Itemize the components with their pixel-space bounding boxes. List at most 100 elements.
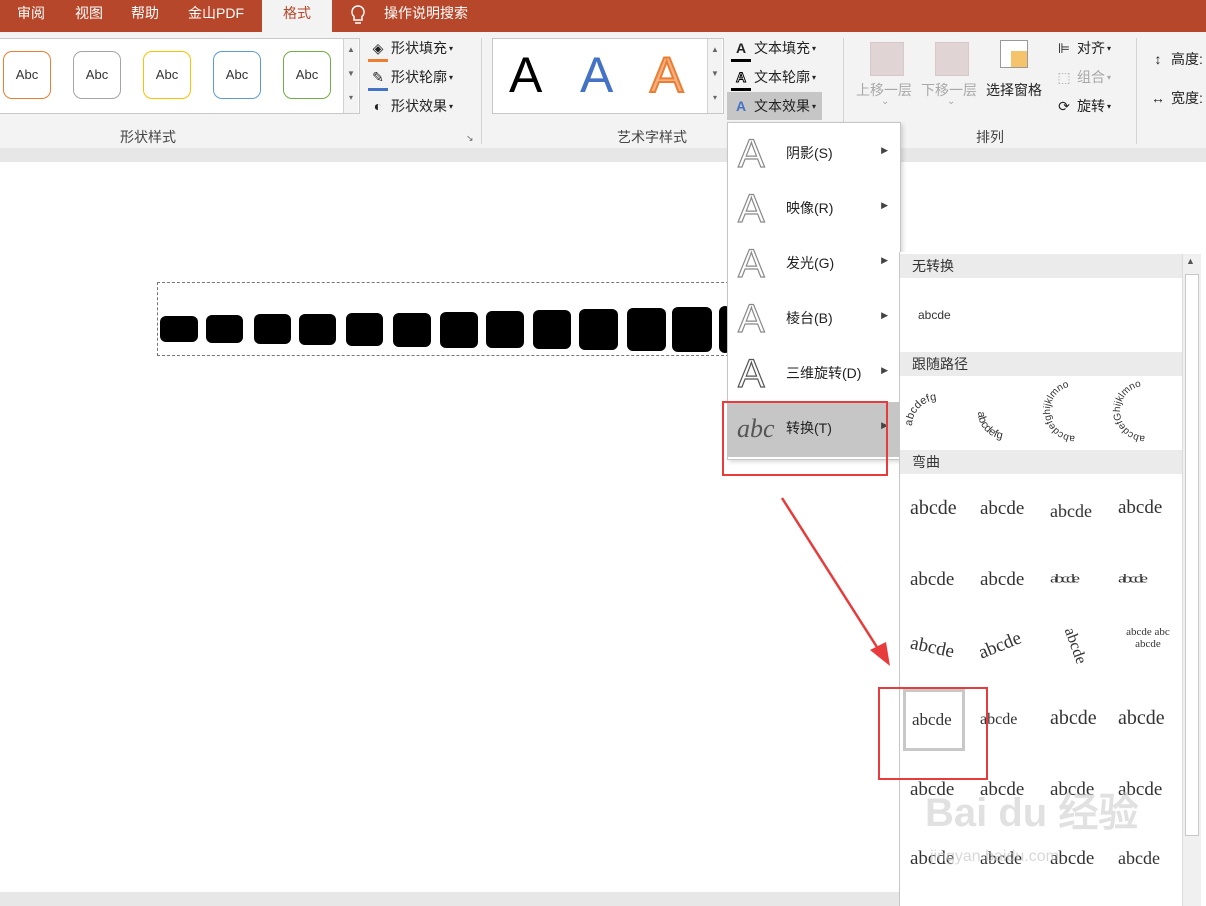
warp-option[interactable]: abcde abc abcde — [1126, 626, 1170, 650]
menu-item-3d-rotation[interactable]: A 三维旋转(D) ▶ — [728, 347, 900, 402]
path-arch-down-option[interactable]: abcdefg — [974, 380, 1038, 444]
warp-option[interactable]: abcde — [975, 628, 1024, 665]
gallery-more-icon[interactable]: ▾ — [708, 87, 722, 109]
text-effects-icon: A — [735, 98, 747, 114]
transformed-glyph — [254, 314, 291, 344]
menu-item-shadow[interactable]: A 阴影(S) ▶ — [728, 127, 900, 182]
scroll-down-icon[interactable]: ▼ — [344, 63, 358, 85]
warp-option[interactable]: abcde — [1118, 571, 1148, 586]
wordart-style-thumb[interactable]: A — [580, 47, 613, 103]
scroll-up-icon[interactable]: ▲ — [344, 39, 358, 61]
wordart-gallery: A A A ▲ ▼ ▾ — [492, 38, 724, 114]
align-icon: ⊫ — [1057, 40, 1071, 56]
warp-option[interactable]: abcde — [1060, 625, 1090, 666]
section-header-no-transform: 无转换 — [900, 254, 1183, 278]
wordart-textbox[interactable] — [157, 282, 759, 356]
ribbon: Abc Abc Abc Abc Abc ▲ ▼ ▾ ◈ 形状填充 ▾ ✎ 形状轮廓 ▾ … — [0, 32, 1206, 149]
group-button[interactable]: ⬚ 组合 ▾ — [1054, 66, 1111, 88]
shape-outline-button[interactable]: ✎ 形状轮廓 ▾ — [368, 66, 453, 91]
shape-style-thumb[interactable]: Abc — [3, 51, 51, 99]
menu-item-glow[interactable]: A 发光(G) ▶ — [728, 237, 900, 292]
svg-text:abcdefghijklmno: abcdefghijklmno — [1042, 379, 1075, 444]
section-header-follow-path: 跟随路径 — [900, 352, 1183, 376]
rotate-icon: ⟳ — [1058, 98, 1070, 114]
path-arch-up-option[interactable]: abcdefg — [906, 380, 970, 444]
shape-effects-button[interactable]: ◐ 形状效果 ▾ — [368, 95, 453, 117]
warp-option[interactable]: abcde — [1118, 497, 1162, 519]
canvas-gap — [0, 148, 1206, 162]
wordart-style-thumb[interactable]: A — [509, 47, 542, 103]
glow-icon: A — [737, 242, 765, 286]
dialog-launcher-icon[interactable]: ↘ — [466, 133, 474, 144]
tab-review[interactable]: 审阅 — [0, 0, 62, 32]
group-label-shape-styles: 形状样式 — [120, 129, 176, 145]
shape-style-thumb[interactable]: Abc — [143, 51, 191, 99]
chevron-right-icon: ▶ — [881, 365, 888, 375]
reflection-icon: A — [737, 187, 765, 231]
svg-text:abcdefg: abcdefg — [975, 411, 1004, 442]
bring-forward-icon — [870, 42, 904, 76]
selection-pane-icon — [1000, 40, 1028, 68]
shape-fill-button[interactable]: ◈ 形状填充 ▾ — [368, 37, 453, 62]
wordart-style-thumb[interactable]: A — [649, 46, 684, 104]
gallery-scrollbar: ▲ ▼ ▾ — [343, 39, 358, 113]
tab-kingsoft-pdf[interactable]: 金山PDF — [174, 0, 258, 32]
rotate-button[interactable]: ⟳ 旋转 ▾ — [1054, 95, 1111, 117]
chevron-down-icon: ⌄ — [947, 96, 956, 107]
tab-view[interactable]: 视图 — [62, 0, 116, 32]
scrollbar-thumb[interactable] — [1185, 274, 1199, 836]
warp-option[interactable]: abcde — [1118, 707, 1165, 730]
gallery-more-icon[interactable]: ▾ — [344, 87, 358, 109]
transformed-glyph — [346, 313, 383, 346]
text-outline-button[interactable]: A 文本轮廓 ▾ — [731, 66, 816, 91]
path-text: abcdefg — [906, 391, 937, 426]
shape-style-thumb[interactable]: Abc — [213, 51, 261, 99]
warp-option[interactable]: abcde — [1118, 848, 1160, 869]
group-icon: ⬚ — [1057, 69, 1071, 85]
shape-style-thumb[interactable]: Abc — [283, 51, 331, 99]
transformed-glyph — [299, 314, 336, 345]
svg-text:abcdefGhijklmno: abcdefGhijklmno — [1112, 378, 1145, 444]
path-circle-option[interactable]: abcdefghijklmno — [1042, 378, 1108, 444]
paint-bucket-icon: ◈ — [368, 37, 388, 62]
gallery-scrollbar: ▲ ▼ ▾ — [707, 39, 722, 113]
height-icon: ↕ — [1154, 51, 1162, 67]
selection-pane-button[interactable]: 选择窗格 — [986, 80, 1042, 100]
warp-option[interactable]: abcde — [910, 569, 954, 591]
warp-option[interactable]: abcde — [1050, 707, 1097, 730]
group-separator — [1136, 38, 1137, 144]
warp-option[interactable]: abcde — [1050, 571, 1080, 586]
tab-help[interactable]: 帮助 — [116, 0, 174, 32]
pen-icon: ✎ — [368, 66, 388, 91]
transformed-glyph — [440, 312, 478, 348]
warp-option[interactable]: abcde — [908, 633, 956, 664]
transformed-glyph — [206, 315, 243, 343]
scroll-down-icon[interactable]: ▼ — [708, 63, 722, 85]
no-transform-option[interactable]: abcde — [918, 308, 951, 322]
tab-format[interactable]: 格式 — [262, 0, 332, 32]
bevel-icon: A — [737, 297, 765, 341]
warp-option[interactable]: abcde — [980, 569, 1024, 591]
tell-me-search[interactable]: 操作说明搜索 — [384, 0, 480, 32]
menu-item-reflection[interactable]: A 映像(R) ▶ — [728, 182, 900, 237]
transformed-glyph — [627, 308, 666, 351]
chevron-right-icon: ▶ — [881, 200, 888, 210]
align-button[interactable]: ⊫ 对齐 ▾ — [1054, 37, 1111, 59]
scroll-up-icon[interactable]: ▲ — [708, 39, 722, 61]
menu-item-bevel[interactable]: A 棱台(B) ▶ — [728, 292, 900, 347]
highlight-box — [878, 687, 988, 780]
height-field[interactable]: ↕ 高度: — [1148, 48, 1203, 70]
text-outline-icon: A — [731, 66, 751, 91]
warp-option[interactable]: abcde — [1050, 501, 1092, 522]
warp-option[interactable]: abcde — [980, 498, 1024, 520]
highlight-box — [722, 401, 888, 476]
transformed-glyph — [533, 310, 571, 349]
scroll-up-icon[interactable]: ▲ — [1186, 256, 1195, 266]
width-field[interactable]: ↔ 宽度: — [1148, 87, 1203, 109]
shape-style-thumb[interactable]: Abc — [73, 51, 121, 99]
text-effects-button[interactable]: A 文本效果 ▾ — [727, 92, 823, 120]
text-fill-button[interactable]: A 文本填充 ▾ — [731, 37, 816, 62]
path-button-option[interactable]: abcdefGhijklmno — [1112, 378, 1178, 444]
3d-rotation-icon: A — [737, 352, 765, 396]
warp-option[interactable]: abcde — [910, 497, 957, 520]
